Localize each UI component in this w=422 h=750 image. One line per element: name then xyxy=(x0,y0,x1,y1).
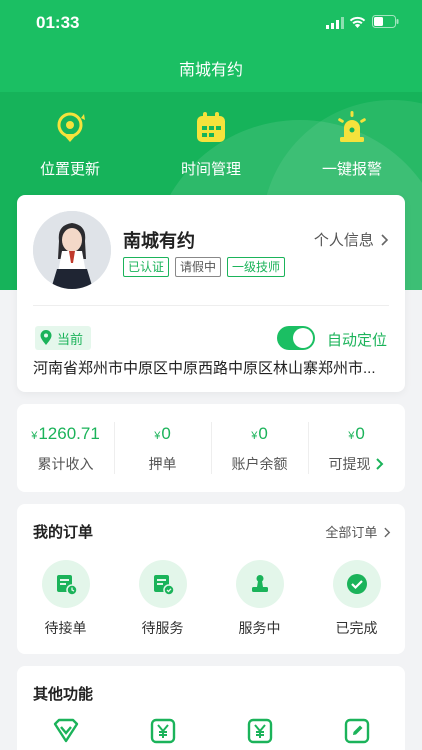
divider xyxy=(33,305,389,306)
diamond-icon xyxy=(53,718,78,743)
stat-value: 0 xyxy=(161,424,171,443)
stat-label: 累计收入 xyxy=(37,456,94,472)
alarm-siren-icon xyxy=(338,111,366,142)
quick-action-label: 位置更新 xyxy=(39,161,100,178)
wifi-icon xyxy=(349,16,366,28)
currency-symbol: ¥ xyxy=(154,430,161,442)
stat-value: 0 xyxy=(355,424,365,443)
calendar-icon xyxy=(197,112,225,142)
other-function-item[interactable] xyxy=(308,718,405,749)
currency-symbol: ¥ xyxy=(251,430,258,442)
stat-withdrawable[interactable]: ¥0 可提现 xyxy=(308,404,405,492)
order-completed[interactable]: 已完成 xyxy=(308,560,405,638)
stat-total-income[interactable]: ¥1260.71 累计收入 xyxy=(17,404,114,492)
all-orders-link[interactable]: 全部订单 xyxy=(325,522,391,541)
stat-label: 押单 xyxy=(148,456,177,472)
orders-title: 我的订单 xyxy=(33,524,94,541)
yuan-icon xyxy=(247,718,272,744)
profile-card: 南城有约 已认证 请假中 一级技师 个人信息 当前 自动定位 河南省郑州市中原区… xyxy=(17,195,405,392)
page-title: 南城有约 xyxy=(178,62,243,79)
location-pin-icon xyxy=(40,330,52,345)
in-service-icon xyxy=(251,575,268,592)
quick-action-label: 一键报警 xyxy=(321,161,382,178)
order-label: 待接单 xyxy=(44,620,87,636)
order-to-serve[interactable]: 待服务 xyxy=(114,560,211,638)
order-label: 待服务 xyxy=(141,620,184,636)
stat-balance[interactable]: ¥0 账户余额 xyxy=(211,404,308,492)
order-in-service[interactable]: 服务中 xyxy=(211,560,308,638)
stat-label: 可提现 xyxy=(328,456,371,472)
other-functions-title: 其他功能 xyxy=(33,686,94,703)
current-tag-label: 当前 xyxy=(57,331,84,347)
avatar-person-image xyxy=(33,211,111,289)
stat-label: 账户余额 xyxy=(231,456,288,472)
earnings-card: ¥1260.71 累计收入 ¥0 押单 ¥0 账户余额 ¥0 可提现 xyxy=(17,404,405,492)
chevron-right-icon xyxy=(376,458,384,470)
other-function-item[interactable] xyxy=(211,718,308,749)
quick-action-alarm[interactable]: 一键报警 xyxy=(282,110,422,179)
verified-tag: 已认证 xyxy=(123,257,170,277)
profile-tags: 已认证 请假中 一级技师 xyxy=(123,257,286,277)
auto-locate-label: 自动定位 xyxy=(327,332,388,349)
avatar[interactable] xyxy=(33,211,111,289)
profile-name: 南城有约 xyxy=(123,231,195,251)
my-orders-card: 我的订单 全部订单 待接单 待服务 服务中 已完成 xyxy=(17,504,405,654)
status-bar: 01:33 xyxy=(0,0,422,44)
order-label: 已完成 xyxy=(335,620,378,636)
all-orders-label: 全部订单 xyxy=(325,525,378,540)
current-location-tag: 当前 xyxy=(35,326,92,350)
to-serve-icon xyxy=(153,575,175,596)
other-functions-card: 其他功能 xyxy=(17,666,405,750)
quick-action-time-management[interactable]: 时间管理 xyxy=(141,110,281,179)
level-tag: 一级技师 xyxy=(227,257,286,277)
location-refresh-icon xyxy=(57,112,85,142)
pending-order-icon xyxy=(56,575,78,596)
battery-icon xyxy=(372,15,399,28)
currency-symbol: ¥ xyxy=(31,430,38,442)
stat-value: 1260.71 xyxy=(38,424,100,443)
stat-value: 0 xyxy=(258,424,268,443)
order-pending[interactable]: 待接单 xyxy=(17,560,114,638)
auto-locate-toggle[interactable] xyxy=(277,326,315,350)
cellular-signal-icon xyxy=(326,17,344,29)
personal-info-link[interactable]: 个人信息 xyxy=(314,229,389,250)
chevron-right-icon xyxy=(381,234,389,246)
stat-deposit[interactable]: ¥0 押单 xyxy=(114,404,211,492)
yuan-icon xyxy=(150,718,175,744)
leave-status-tag: 请假中 xyxy=(175,257,222,277)
other-function-item[interactable] xyxy=(17,718,114,749)
chevron-right-icon xyxy=(384,527,391,538)
currency-symbol: ¥ xyxy=(348,430,355,442)
order-label: 服务中 xyxy=(238,620,281,636)
status-time: 01:33 xyxy=(36,13,80,32)
current-address: 河南省郑州市中原区中原西路中原区林山寨郑州市... xyxy=(33,360,376,377)
personal-info-label: 个人信息 xyxy=(313,232,374,249)
other-function-item[interactable] xyxy=(114,718,211,749)
quick-action-location-update[interactable]: 位置更新 xyxy=(0,110,140,179)
completed-check-icon xyxy=(346,574,367,594)
quick-action-label: 时间管理 xyxy=(180,161,241,178)
edit-icon xyxy=(344,718,369,744)
